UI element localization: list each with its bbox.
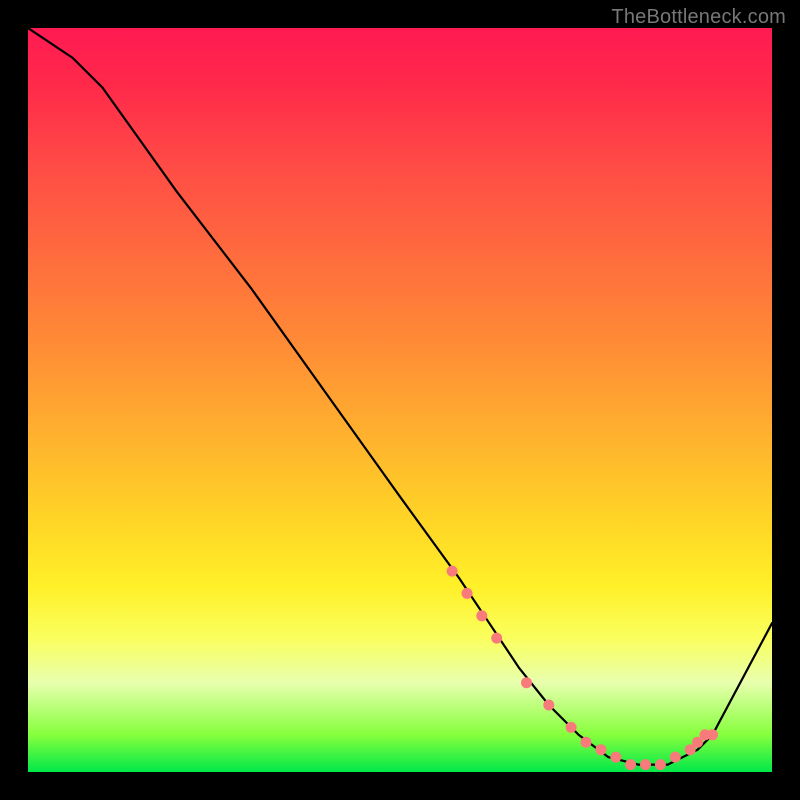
marker-point — [581, 737, 592, 748]
marker-point — [625, 759, 636, 770]
marker-point — [610, 752, 621, 763]
marker-point — [566, 722, 577, 733]
marker-point — [700, 729, 711, 740]
marker-point — [655, 759, 666, 770]
chart-svg — [28, 28, 772, 772]
chart-frame: TheBottleneck.com — [0, 0, 800, 800]
marker-point — [670, 752, 681, 763]
marker-group — [447, 566, 718, 771]
marker-point — [640, 759, 651, 770]
curve-line — [28, 28, 772, 765]
watermark-text: TheBottleneck.com — [611, 6, 786, 29]
marker-point — [491, 633, 502, 644]
marker-point — [707, 729, 718, 740]
marker-point — [543, 700, 554, 711]
marker-point — [521, 677, 532, 688]
marker-point — [692, 737, 703, 748]
marker-point — [595, 744, 606, 755]
marker-point — [685, 744, 696, 755]
chart-plot-area — [28, 28, 772, 772]
marker-point — [462, 588, 473, 599]
marker-point — [476, 610, 487, 621]
marker-point — [447, 566, 458, 577]
